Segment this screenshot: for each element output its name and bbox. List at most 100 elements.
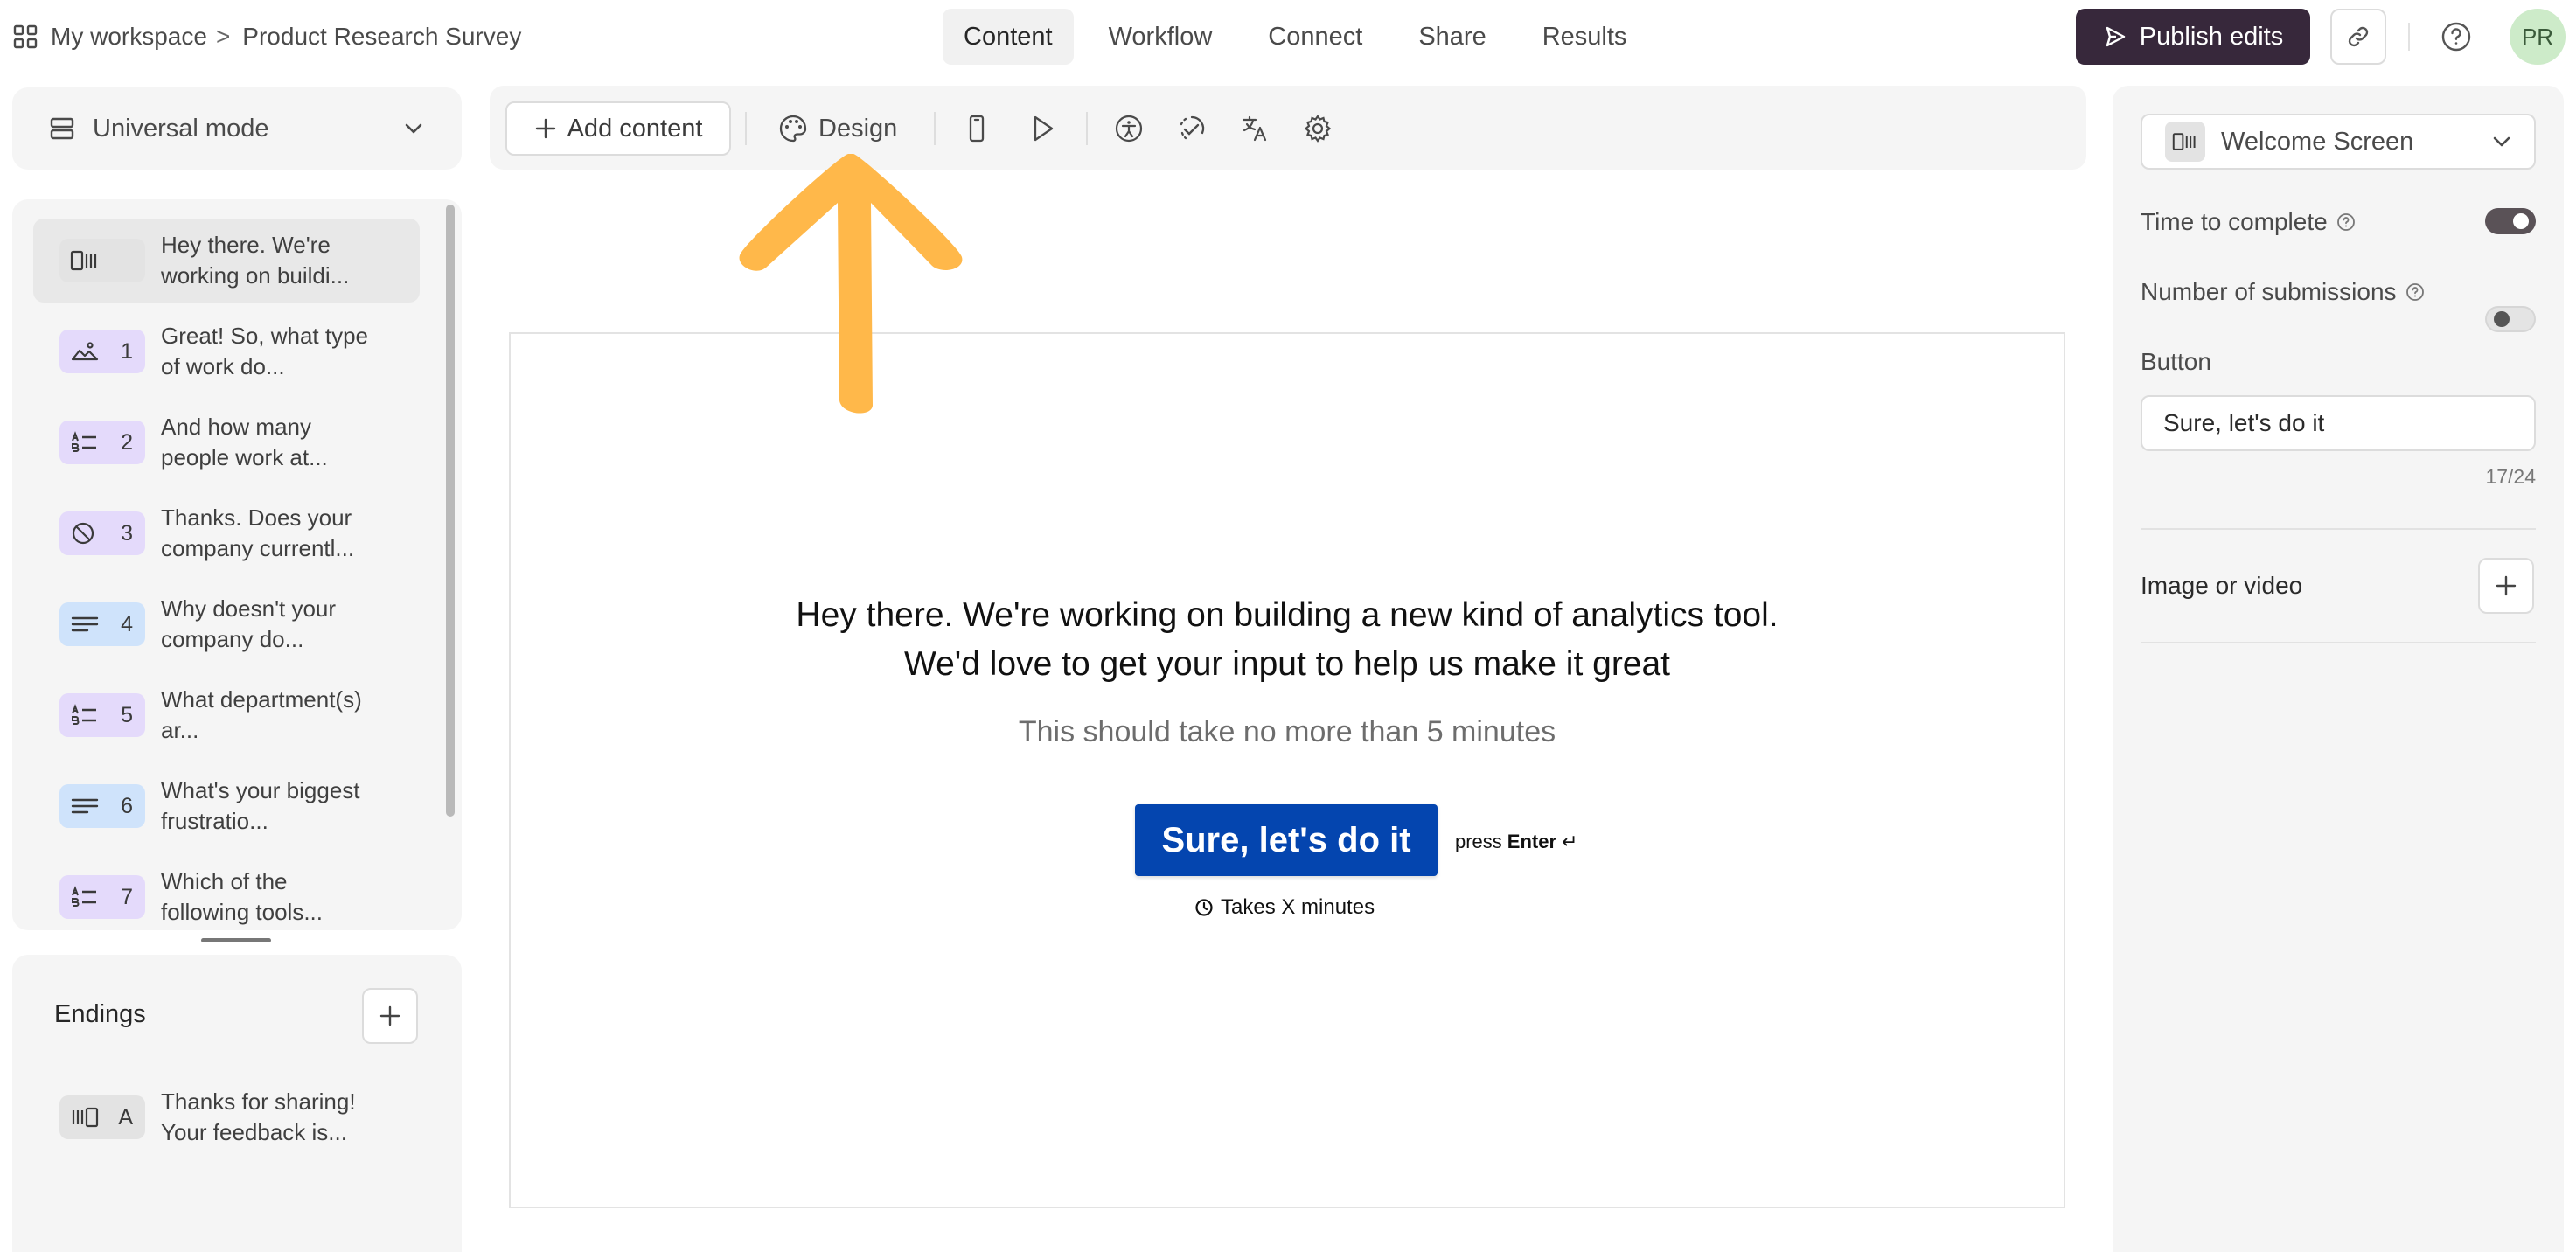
question-text: And how many people work at... [161,414,328,470]
image-or-video-label: Image or video [2141,572,2303,599]
settings-panel [2113,86,2564,1252]
mobile-preview-button[interactable] [964,107,990,150]
settings-button[interactable] [1303,107,1333,150]
endings-title: Endings [54,1000,146,1028]
list-item-question-2[interactable]: 2 And how many people work at... [33,400,420,484]
loading-circle-icon [1177,114,1207,143]
question-badge: 7 [59,875,145,919]
yes-no-icon [70,521,100,546]
list-item-question-7[interactable]: 7 Which of the following tools... [33,855,420,930]
time-estimate-text: Takes X minutes [1221,895,1375,919]
palette-icon [778,114,808,143]
accessibility-button[interactable] [1114,107,1144,150]
number-of-submissions-row: Number of submissions [2141,278,2425,306]
list-item-question-3[interactable]: 3 Thanks. Does your company currentl... [33,491,420,575]
link-icon [2345,24,2371,50]
question-number: 4 [121,611,133,636]
start-button[interactable]: Sure, let's do it [1135,804,1438,876]
layers-icon [49,115,75,142]
clock-icon [1194,898,1214,917]
welcome-screen-icon [2165,122,2205,162]
time-to-complete-label: Time to complete [2141,208,2328,235]
publish-edits-button[interactable]: Publish edits [2076,9,2310,65]
welcome-screen-icon [70,249,100,272]
question-text: What's your biggest frustratio... [161,777,360,834]
question-badge: 6 [59,784,145,828]
design-button[interactable]: Design [778,107,897,150]
list-item-question-1[interactable]: 1 Great! So, what type of work do... [33,310,420,393]
tab-connect[interactable]: Connect [1247,9,1383,65]
ending-letter: A [118,1104,133,1130]
time-to-complete-toggle[interactable] [2485,208,2536,234]
breadcrumb: My workspace > Product Research Survey [12,19,521,54]
tab-content[interactable]: Content [943,9,1074,65]
picture-choice-icon [70,340,100,363]
copy-link-button[interactable] [2330,9,2386,65]
ending-screen-icon [70,1106,100,1129]
question-badge: 2 [59,421,145,464]
tab-share[interactable]: Share [1397,9,1507,65]
add-content-button[interactable]: Add content [505,101,731,156]
welcome-subtitle: This should take no more than 5 minutes [1018,715,1556,748]
info-icon[interactable] [2336,212,2356,232]
translate-icon [1240,114,1270,143]
tab-results[interactable]: Results [1521,9,1648,65]
plus-icon [534,117,557,140]
logic-button[interactable] [1177,107,1207,150]
question-number: 5 [121,702,133,727]
time-to-complete-row: Time to complete [2141,208,2356,236]
question-badge [59,239,145,282]
ending-badge: A [59,1096,145,1139]
send-icon [2103,24,2127,49]
list-item-welcome[interactable]: Hey there. We're working on buildi... [33,219,420,303]
question-badge: 1 [59,330,145,373]
chevron-down-icon [402,117,425,140]
preview-button[interactable] [1028,107,1056,150]
breadcrumb-workspace[interactable]: My workspace [51,23,207,51]
main-nav-tabs: Content Workflow Connect Share Results [943,9,1647,65]
character-counter: 17/24 [2485,465,2536,488]
multiple-choice-icon [70,431,100,454]
translate-button[interactable] [1240,107,1270,150]
list-item-question-5[interactable]: 5 What department(s) ar... [33,673,420,757]
add-content-label: Add content [567,114,703,143]
add-ending-button[interactable] [362,988,418,1044]
question-text: Which of the following tools... [161,868,323,925]
ending-text: Thanks for sharing! Your feedback is... [161,1089,356,1145]
list-item-question-4[interactable]: 4 Why doesn't your company do... [33,582,420,666]
info-icon[interactable] [2405,282,2425,302]
number-of-submissions-toggle[interactable] [2485,306,2536,332]
avatar[interactable]: PR [2510,9,2566,65]
question-text: Great! So, what type of work do... [161,323,369,379]
multiple-choice-icon [70,704,100,727]
question-text: Thanks. Does your company currentl... [161,504,355,561]
help-icon [2440,21,2472,52]
question-list-scrollbar[interactable] [446,205,455,817]
question-badge: 3 [59,511,145,555]
annotation-arrow-icon [739,154,963,414]
mode-label: Universal mode [93,114,269,143]
add-media-button[interactable] [2478,558,2534,614]
list-item-question-6[interactable]: 6 What's your biggest frustratio... [33,764,420,848]
screen-type-select[interactable]: Welcome Screen [2141,114,2536,170]
plus-icon [379,1005,401,1027]
button-text-input[interactable] [2141,395,2536,451]
question-text: What department(s) ar... [161,686,362,743]
accessibility-icon [1114,114,1144,143]
tab-workflow[interactable]: Workflow [1088,9,1234,65]
breadcrumb-form-title[interactable]: Product Research Survey [242,23,521,51]
toolbar-divider [1086,112,1088,145]
question-badge: 4 [59,602,145,646]
list-item-ending-a[interactable]: A Thanks for sharing! Your feedback is..… [33,1075,420,1159]
help-button[interactable] [2437,17,2475,56]
apps-grid-icon[interactable] [12,24,38,50]
gear-icon [1303,114,1333,143]
plus-icon [2495,574,2517,597]
enter-key-label: Enter [1507,831,1557,852]
question-number: 2 [121,429,133,455]
panel-resize-handle[interactable] [201,938,271,942]
question-number: 6 [121,793,133,818]
mode-selector[interactable]: Universal mode [12,87,462,170]
multiple-choice-icon [70,886,100,908]
section-divider [2141,528,2536,530]
